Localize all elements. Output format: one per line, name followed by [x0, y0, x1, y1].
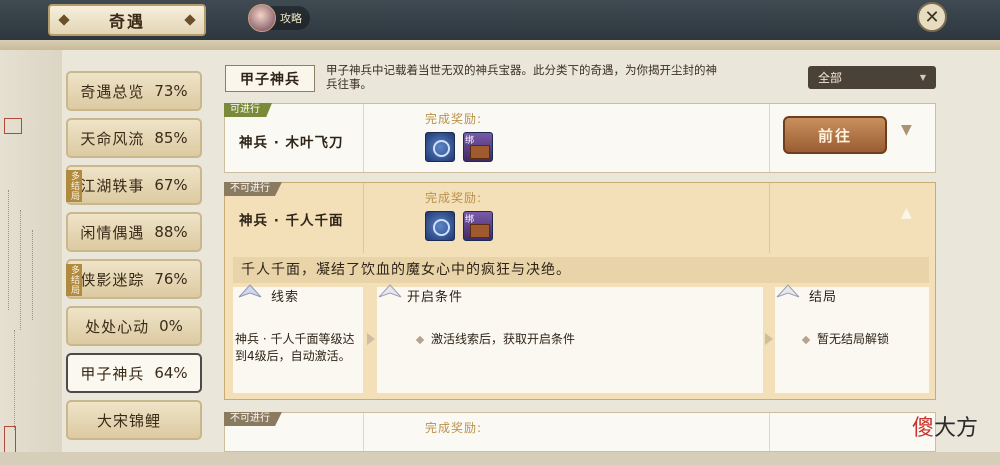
sidebar-item-label: 天命风流	[80, 129, 145, 148]
go-button[interactable]: 前往	[783, 116, 887, 154]
reward-label: 完成奖励:	[425, 421, 483, 435]
sidebar-item-percent: 76%	[154, 270, 188, 288]
ending-panel: 结局 暂无结局解锁	[775, 284, 929, 393]
multi-ending-badge: 多结局	[66, 264, 82, 296]
clue-heading: 线索	[271, 290, 300, 305]
diamond-bullet-icon	[415, 335, 425, 344]
divider	[769, 183, 770, 253]
chest-shape	[470, 145, 490, 159]
quest-card-expanded[interactable]: 不可进行 神兵 · 千人千面 完成奖励: 绑 ▲ 千人千面，凝结了饮血的魔女心中…	[224, 182, 936, 400]
sidebar-item-label: 甲子神兵	[80, 364, 145, 383]
reward-label: 完成奖励:	[425, 112, 483, 126]
sidebar-item-label: 侠影迷踪	[80, 270, 145, 289]
status-badge: 可进行	[224, 103, 272, 117]
chest-shape	[470, 224, 490, 238]
sidebar-item-percent: 73%	[154, 82, 188, 100]
sidebar-item-label: 闲情偶遇	[80, 223, 145, 242]
category-description: 甲子神兵中记载着当世无双的神兵宝器。此分类下的奇遇，为你揭开尘封的神兵往事。	[326, 63, 717, 91]
sidebar-item-percent: 67%	[154, 176, 188, 194]
quest-card[interactable]: 不可进行 完成奖励:	[224, 412, 936, 452]
top-frame	[0, 40, 1000, 50]
condition-text: 激活线索后，获取开启条件	[431, 332, 576, 346]
ending-text: 暂无结局解锁	[817, 332, 890, 346]
avatar	[248, 4, 276, 32]
top-bar: 奇遇 攻略 ✕	[0, 0, 1000, 44]
chest-icon[interactable]: 绑	[463, 132, 493, 162]
sidebar-item-xianqing[interactable]: 闲情偶遇 88%	[66, 212, 202, 252]
category-sidebar: 奇遇总览 73% 天命风流 85% 多结局 江湖轶事 67% 闲情偶遇 88% …	[66, 71, 202, 447]
sidebar-item-tianming[interactable]: 天命风流 85%	[66, 118, 202, 158]
ending-item: 暂无结局解锁	[801, 331, 890, 348]
reward-label: 完成奖励:	[425, 191, 483, 205]
filter-selected: 全部	[818, 71, 843, 85]
condition-item: 激活线索后，获取开启条件	[415, 331, 576, 348]
close-icon: ✕	[924, 6, 940, 28]
title-tab: 奇遇	[48, 4, 206, 36]
sidebar-item-percent: 64%	[154, 364, 188, 382]
filter-dropdown[interactable]: 全部 ▼	[808, 66, 936, 89]
bottom-frame	[0, 452, 1000, 465]
condition-panel: 开启条件 激活线索后，获取开启条件	[377, 284, 763, 393]
skill-icon[interactable]	[425, 211, 455, 241]
left-decoration	[0, 50, 62, 465]
sidebar-item-label: 江湖轶事	[80, 176, 145, 195]
calligraphy-column	[20, 210, 27, 330]
sidebar-item-overview[interactable]: 奇遇总览 73%	[66, 71, 202, 111]
sidebar-item-xiaying[interactable]: 多结局 侠影迷踪 76%	[66, 259, 202, 299]
arrow-right-icon	[765, 333, 773, 345]
sidebar-item-jiazi[interactable]: 甲子神兵 64%	[66, 353, 202, 393]
quest-name: 神兵 · 木叶飞刀	[239, 135, 344, 151]
clue-text: 神兵 · 千人千面等级达到4级后，自动激活。	[235, 332, 355, 363]
calligraphy-column	[32, 230, 39, 320]
chest-icon[interactable]: 绑	[463, 211, 493, 241]
quest-card[interactable]: 可进行 神兵 · 木叶飞刀 完成奖励: 绑 前往 ▼	[224, 103, 936, 173]
ending-heading: 结局	[809, 290, 838, 305]
diamond-bullet-icon	[801, 335, 811, 344]
calligraphy-column	[8, 190, 15, 310]
divider	[769, 104, 770, 172]
sidebar-item-percent: 88%	[154, 223, 188, 241]
skill-icon[interactable]	[425, 132, 455, 162]
page-title: 奇遇	[108, 12, 145, 31]
triangle-down-icon: ▼	[919, 73, 926, 82]
divider	[769, 413, 770, 451]
sidebar-item-label: 奇遇总览	[80, 82, 145, 101]
multi-ending-badge: 多结局	[66, 170, 82, 202]
seal-stamp	[4, 118, 22, 134]
status-badge: 不可进行	[224, 182, 282, 196]
sidebar-item-chuchu[interactable]: 处处心动 0%	[66, 306, 202, 346]
divider	[363, 104, 364, 172]
sidebar-item-percent: 85%	[154, 129, 188, 147]
chevron-up-icon[interactable]: ▲	[901, 205, 912, 221]
quest-name: 神兵 · 千人千面	[239, 213, 344, 229]
divider	[363, 183, 364, 253]
sidebar-item-jianghu[interactable]: 多结局 江湖轶事 67%	[66, 165, 202, 205]
status-badge: 不可进行	[224, 412, 282, 426]
watermark-logo: 傻大方	[912, 410, 978, 442]
close-button[interactable]: ✕	[917, 2, 947, 32]
guide-button[interactable]: 攻略	[248, 4, 310, 32]
arrow-right-icon	[367, 333, 375, 345]
guide-label: 攻略	[280, 12, 302, 25]
watermark-char: 傻	[912, 416, 935, 441]
sidebar-item-label: 处处心动	[85, 317, 150, 336]
calligraphy-column	[14, 330, 21, 430]
chevron-down-icon[interactable]: ▼	[901, 122, 912, 138]
sidebar-item-dasong[interactable]: 大宋锦鲤	[66, 400, 202, 440]
watermark-text: 大方	[934, 416, 979, 441]
category-title: 甲子神兵	[225, 65, 315, 92]
divider	[363, 413, 364, 451]
clue-panel: 线索 神兵 · 千人千面等级达到4级后，自动激活。	[233, 284, 363, 393]
quest-description: 千人千面，凝结了饮血的魔女心中的疯狂与决绝。	[233, 257, 929, 283]
diamond-icon	[184, 14, 196, 26]
diamond-icon	[58, 14, 70, 26]
condition-heading: 开启条件	[407, 290, 464, 305]
sidebar-item-label: 大宋锦鲤	[96, 411, 161, 430]
sidebar-item-percent: 0%	[159, 317, 183, 335]
